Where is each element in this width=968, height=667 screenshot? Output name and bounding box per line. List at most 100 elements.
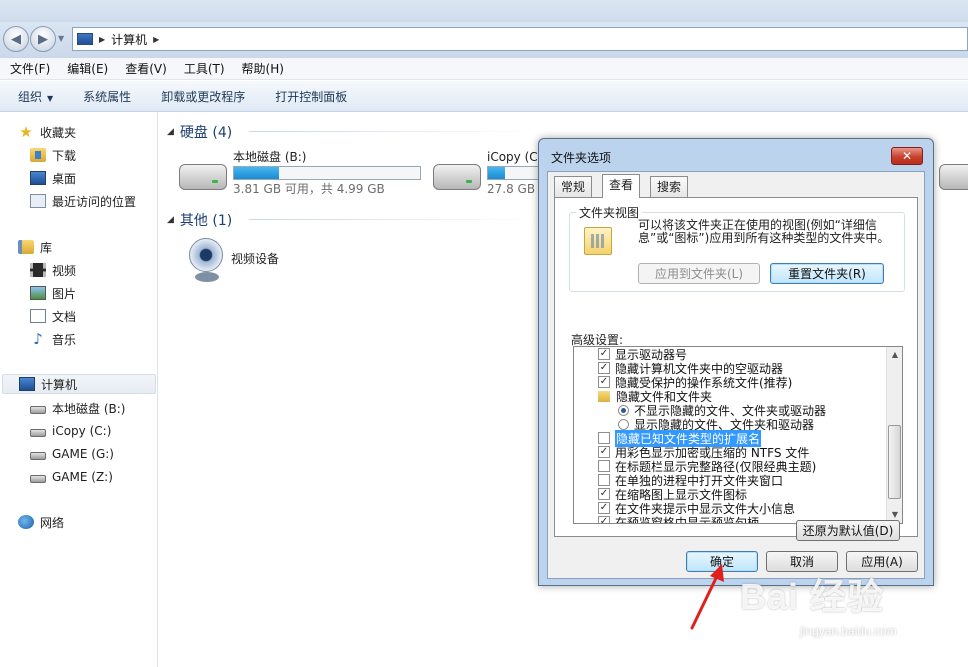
view-tab-panel: 文件夹视图 可以将该文件夹正在使用的视图(例如“详细信息”或“图标”)应用到所有… xyxy=(554,197,918,537)
sidebar-item-drive-g[interactable]: GAME (G:) xyxy=(30,444,155,464)
scroll-up-icon[interactable]: ▲ xyxy=(887,347,902,363)
navigation-pane: ★ 收藏夹 下载 桌面 最近访问的位置 库 视频 图片 文档 ♪ 音乐 计算机 本地… xyxy=(0,112,158,667)
hard-drive-icon xyxy=(30,451,46,460)
sidebar-item-documents[interactable]: 文档 xyxy=(30,306,150,326)
checkbox-checked[interactable]: ✓ xyxy=(598,488,610,500)
organize-label: 组织 xyxy=(18,89,43,104)
sidebar-item-label: 最近访问的位置 xyxy=(52,194,137,209)
dialog-title: 文件夹选项 xyxy=(551,151,612,165)
advanced-setting-item[interactable]: ✓ 在预览窗格中显示预览句柄 xyxy=(598,515,760,524)
vertical-scrollbar[interactable]: ▲ ▼ xyxy=(886,347,902,523)
checkbox-checked[interactable]: ✓ xyxy=(598,362,610,374)
organize-button[interactable]: 组织 ▼ xyxy=(18,88,65,105)
breadcrumb-arrow-icon[interactable]: ▶ xyxy=(99,35,105,44)
hard-drive-icon xyxy=(30,428,46,437)
checkbox-checked[interactable]: ✓ xyxy=(598,348,610,360)
checkbox-checked[interactable]: ✓ xyxy=(598,376,610,388)
sidebar-item-favorites[interactable]: ★ 收藏夹 xyxy=(18,122,148,142)
menu-file[interactable]: 文件(F) xyxy=(0,60,57,77)
advanced-settings-list[interactable]: ✓ 显示驱动器号 ✓ 隐藏计算机文件夹中的空驱动器 ✓ 隐藏受保护的操作系统文件(推荐) 隐… xyxy=(573,346,903,524)
dialog-body: 常规 查看 搜索 文件夹视图 可以将该文件夹正在使用的视图(例如“详细信息”或“… xyxy=(547,171,925,579)
sidebar-item-recent-places[interactable]: 最近访问的位置 xyxy=(30,191,155,211)
group-divider xyxy=(249,131,539,132)
uninstall-program-button[interactable]: 卸载或更改程序 xyxy=(161,88,257,105)
open-control-panel-button[interactable]: 打开控制面板 xyxy=(275,88,359,105)
menu-view[interactable]: 查看(V) xyxy=(115,60,174,77)
hard-drive-icon xyxy=(30,474,46,483)
collapse-triangle-icon: ◢ xyxy=(167,215,174,225)
back-button[interactable]: ◀ xyxy=(3,26,29,52)
sidebar-item-drive-b[interactable]: 本地磁盘 (B:) xyxy=(30,398,155,418)
other-group-header[interactable]: ◢ 其他 (1) xyxy=(167,210,232,230)
watermark-url: jingyan.baidu.com xyxy=(800,624,897,638)
reset-folders-button[interactable]: 重置文件夹(R) xyxy=(770,263,884,284)
computer-icon xyxy=(19,377,35,391)
drive-usage-fill xyxy=(488,167,506,179)
folder-views-legend: 文件夹视图 xyxy=(576,204,643,221)
address-bar[interactable]: ▶ 计算机 ▶ xyxy=(72,27,968,51)
drive-tile-b[interactable]: 本地磁盘 (B:) 3.81 GB 可用，共 4.99 GB xyxy=(179,148,421,202)
sidebar-item-desktop[interactable]: 桌面 xyxy=(30,168,150,188)
libraries-icon xyxy=(18,240,34,254)
radio-unselected[interactable] xyxy=(618,418,629,430)
drive-tile-c[interactable]: iCopy (C: 27.8 GB 可 xyxy=(433,148,551,202)
menu-bar: 文件(F) 编辑(E) 查看(V) 工具(T) 帮助(H) xyxy=(0,58,968,80)
restore-defaults-button[interactable]: 还原为默认值(D) xyxy=(796,520,900,541)
checkbox-unchecked[interactable] xyxy=(598,474,610,486)
hard-drives-group-header[interactable]: ◢ 硬盘 (4) xyxy=(167,122,232,142)
sidebar-item-downloads[interactable]: 下载 xyxy=(30,145,150,165)
sidebar-item-label: 本地磁盘 (B:) xyxy=(52,401,126,416)
checkbox-checked[interactable]: ✓ xyxy=(598,446,610,458)
hard-drive-icon xyxy=(30,405,46,414)
address-row: ◀ ▶ ▼ ▶ 计算机 ▶ xyxy=(0,22,968,58)
sidebar-item-pictures[interactable]: 图片 xyxy=(30,283,150,303)
sidebar-item-label: 文档 xyxy=(52,309,77,324)
checkbox-checked[interactable]: ✓ xyxy=(598,502,610,514)
sidebar-item-drive-z[interactable]: GAME (Z:) xyxy=(30,467,155,487)
menu-tools[interactable]: 工具(T) xyxy=(174,60,232,77)
chevron-down-icon: ▼ xyxy=(47,93,54,103)
breadcrumb-arrow-icon[interactable]: ▶ xyxy=(153,35,159,44)
sidebar-item-drive-c[interactable]: iCopy (C:) xyxy=(30,421,155,441)
sidebar-item-label: 音乐 xyxy=(52,332,77,347)
sidebar-item-label: 视频 xyxy=(52,263,77,278)
sidebar-item-network[interactable]: 网络 xyxy=(18,512,148,532)
forward-button[interactable]: ▶ xyxy=(30,26,56,52)
hard-drive-icon xyxy=(939,164,968,190)
folder-view-icon xyxy=(584,227,612,255)
checkbox-checked[interactable]: ✓ xyxy=(598,516,610,523)
close-button[interactable]: ✕ xyxy=(891,147,923,165)
menu-help[interactable]: 帮助(H) xyxy=(232,60,291,77)
scrollbar-thumb[interactable] xyxy=(888,425,901,499)
sidebar-item-libraries[interactable]: 库 xyxy=(18,237,148,257)
drive-tile-partial[interactable] xyxy=(939,148,968,202)
sidebar-item-label: 桌面 xyxy=(52,171,77,186)
document-library-icon xyxy=(30,309,46,323)
hard-drive-icon xyxy=(433,164,481,190)
tab-view[interactable]: 查看 xyxy=(602,174,641,198)
baidu-watermark: Bai 经验 jingyan.baidu.com xyxy=(740,568,940,648)
menu-edit[interactable]: 编辑(E) xyxy=(57,60,115,77)
history-dropdown-icon[interactable]: ▼ xyxy=(58,34,64,43)
system-properties-button[interactable]: 系统属性 xyxy=(83,88,143,105)
music-note-icon: ♪ xyxy=(33,330,43,348)
downloads-folder-icon xyxy=(30,148,46,162)
sidebar-item-computer[interactable]: 计算机 xyxy=(2,374,156,394)
checkbox-unchecked[interactable] xyxy=(598,432,610,444)
tab-general[interactable]: 常规 xyxy=(554,176,593,197)
video-device-label[interactable]: 视频设备 xyxy=(231,250,279,267)
breadcrumb-computer[interactable]: 计算机 xyxy=(111,31,147,48)
sidebar-item-label: GAME (Z:) xyxy=(52,470,113,484)
group-divider xyxy=(249,219,539,220)
sidebar-item-label: 收藏夹 xyxy=(40,125,77,140)
sidebar-item-music[interactable]: ♪ 音乐 xyxy=(30,329,150,349)
apply-to-folders-button[interactable]: 应用到文件夹(L) xyxy=(638,263,760,284)
arrow-left-icon: ◀ xyxy=(11,31,21,47)
advanced-setting-label: 在预览窗格中显示预览句柄 xyxy=(615,515,760,524)
checkbox-unchecked[interactable] xyxy=(598,460,610,472)
recent-places-icon xyxy=(30,194,46,208)
sidebar-item-videos[interactable]: 视频 xyxy=(30,260,150,280)
webcam-icon[interactable] xyxy=(185,234,229,284)
tab-search[interactable]: 搜索 xyxy=(650,176,689,197)
radio-selected[interactable] xyxy=(618,404,629,416)
